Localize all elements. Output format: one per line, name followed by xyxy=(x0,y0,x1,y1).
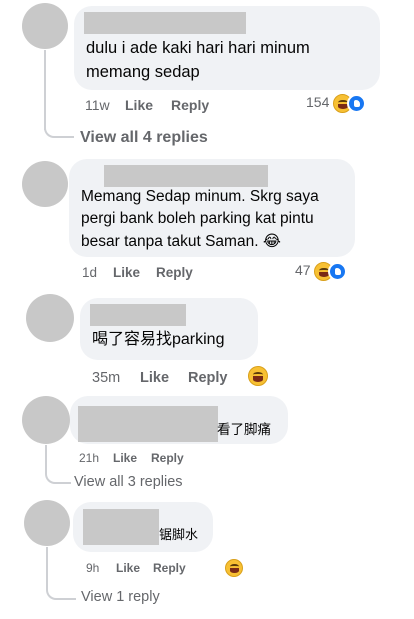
like-button[interactable]: Like xyxy=(125,97,171,113)
reply-button[interactable]: Reply xyxy=(171,97,209,113)
comment-actions: 1d Like Reply xyxy=(82,265,193,280)
comment-time[interactable]: 35m xyxy=(92,370,140,386)
reply-button[interactable]: Reply xyxy=(153,561,186,575)
thread-line xyxy=(46,547,48,587)
reply-button[interactable]: Reply xyxy=(188,370,228,386)
reaction-summary[interactable]: 47 xyxy=(295,262,348,284)
avatar[interactable] xyxy=(22,161,68,207)
thread-connector xyxy=(44,118,74,138)
comment-time[interactable]: 9h xyxy=(86,561,116,575)
redacted-author-name[interactable] xyxy=(90,304,186,326)
comment-bubble: 看了脚痛 xyxy=(70,396,288,444)
avatar[interactable] xyxy=(24,500,70,546)
comment-actions: 35m Like Reply xyxy=(92,370,228,386)
comment-actions: 21h Like Reply xyxy=(79,451,184,465)
like-button[interactable]: Like xyxy=(113,451,151,465)
thread-connector xyxy=(46,584,76,600)
reaction-count: 154 xyxy=(306,94,330,111)
redacted-author-name[interactable] xyxy=(78,406,218,442)
comment-text: 喝了容易找parking xyxy=(92,331,225,348)
reaction-summary[interactable]: 154 xyxy=(306,94,367,116)
view-replies-link[interactable]: View all 4 replies xyxy=(80,129,208,147)
comment-bubble: 喝了容易找parking xyxy=(80,298,258,360)
reply-button[interactable]: Reply xyxy=(151,451,184,465)
avatar[interactable] xyxy=(22,396,70,444)
reaction-count: 47 xyxy=(295,262,311,279)
comment-actions: 11w Like Reply xyxy=(85,97,209,113)
avatar[interactable] xyxy=(26,294,74,342)
like-reaction-icon xyxy=(347,94,367,113)
haha-emoji-icon[interactable] xyxy=(248,366,268,386)
reply-button[interactable]: Reply xyxy=(156,265,193,280)
redacted-author-name[interactable] xyxy=(83,509,159,545)
comment-bubble: 锯脚水 xyxy=(73,502,213,552)
comment-bubble: dulu i ade kaki hari hari minum memang s… xyxy=(74,6,380,90)
avatar[interactable] xyxy=(22,3,68,49)
comment-text: dulu i ade kaki hari hari minum memang s… xyxy=(86,39,310,81)
like-button[interactable]: Like xyxy=(116,561,153,575)
comment-text: Memang Sedap minum. Skrg saya pergi bank… xyxy=(81,188,319,250)
comment-time[interactable]: 11w xyxy=(85,97,125,113)
comment-text: 看了脚痛 xyxy=(217,422,271,437)
comment-time[interactable]: 21h xyxy=(79,451,113,465)
like-reaction-icon xyxy=(328,262,348,281)
redacted-author-name[interactable] xyxy=(104,165,268,187)
view-replies-link[interactable]: View 1 reply xyxy=(81,589,160,605)
redacted-author-name[interactable] xyxy=(84,12,246,34)
comment-bubble: Memang Sedap minum. Skrg saya pergi bank… xyxy=(69,159,355,257)
like-button[interactable]: Like xyxy=(113,265,156,280)
comment-actions: 9h Like Reply xyxy=(86,561,186,575)
thread-connector xyxy=(45,466,71,484)
haha-emoji-icon[interactable] xyxy=(225,559,244,577)
like-button[interactable]: Like xyxy=(140,370,188,386)
comment-text: 锯脚水 xyxy=(159,527,199,542)
comment-time[interactable]: 1d xyxy=(82,265,113,280)
view-replies-link[interactable]: View all 3 replies xyxy=(74,474,183,490)
